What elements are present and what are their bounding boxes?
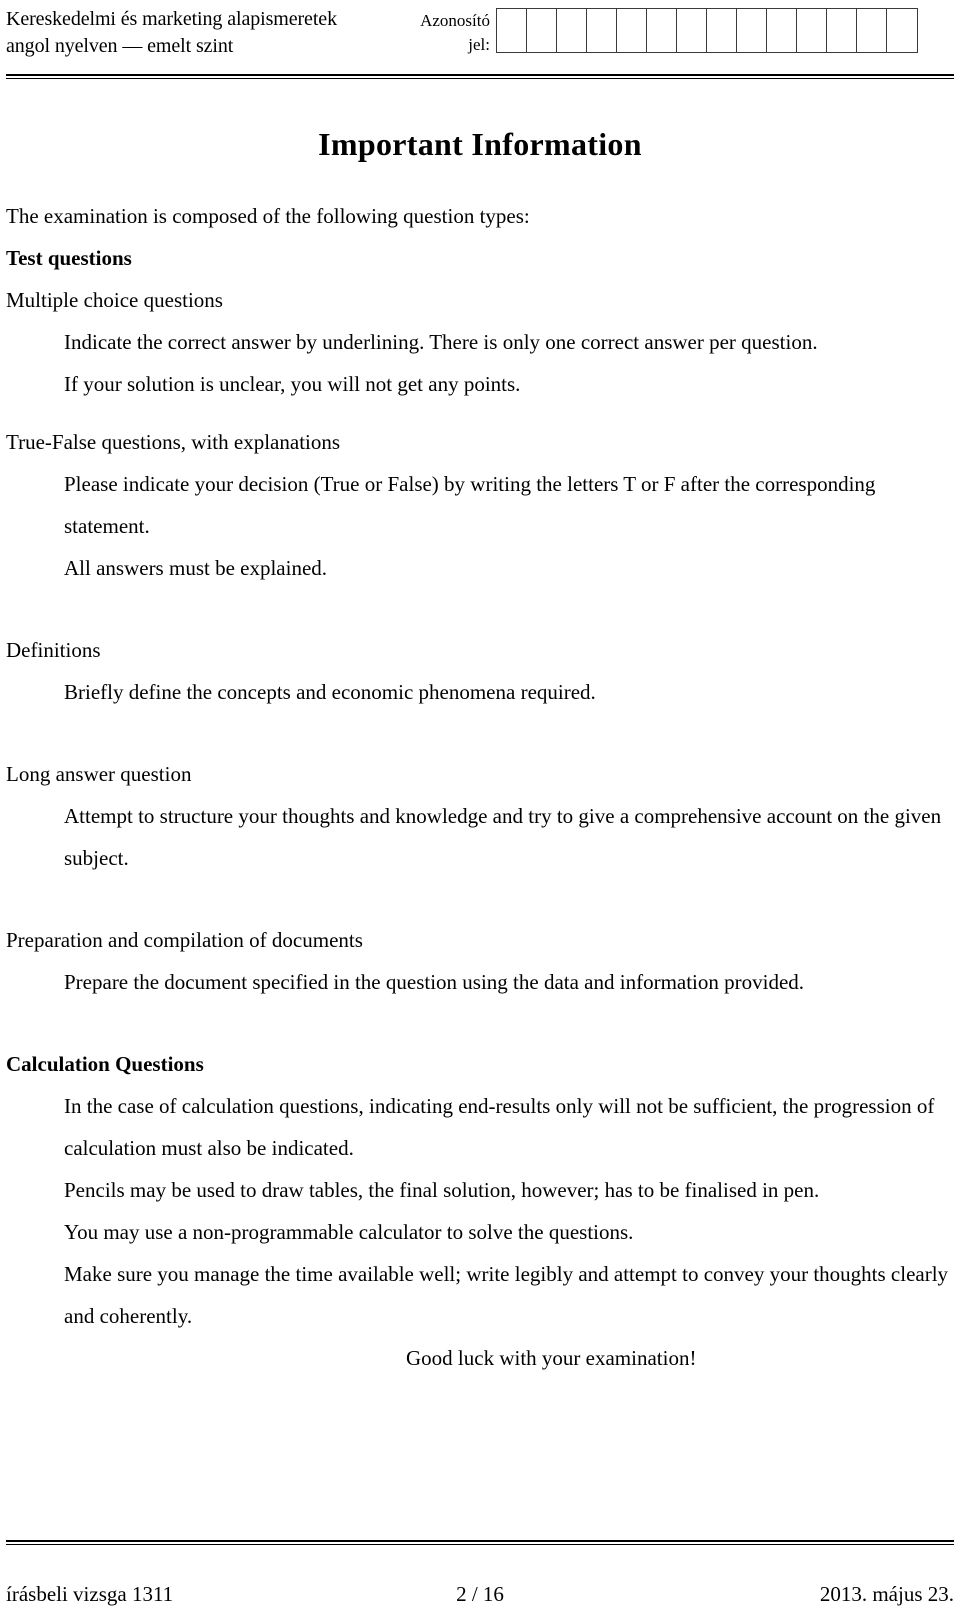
- document-content: Important Information The examination is…: [4, 125, 956, 1379]
- identifier-label: Azonosító jel:: [406, 6, 496, 57]
- footer-page-number: 2 / 16: [456, 1582, 504, 1606]
- section-body-calculation-3: You may use a non-programmable calculato…: [64, 1220, 634, 1244]
- identifier-cell[interactable]: [557, 9, 587, 52]
- identifier-cell[interactable]: [737, 9, 767, 52]
- identifier-cell[interactable]: [707, 9, 737, 52]
- identifier-cell[interactable]: [587, 9, 617, 52]
- section-body-multiple-choice-1: Indicate the correct answer by underlini…: [64, 330, 818, 354]
- identifier-cell[interactable]: [797, 9, 827, 52]
- section-body-multiple-choice-2: If your solution is unclear, you will no…: [64, 372, 521, 396]
- identifier-cell[interactable]: [647, 9, 677, 52]
- exam-subject-line-2: angol nyelven — emelt szint: [6, 35, 234, 57]
- section-subheading-multiple-choice: Multiple choice questions: [6, 288, 223, 312]
- identifier-label-line-2: jel:: [468, 35, 490, 54]
- identifier-cell[interactable]: [497, 9, 527, 52]
- section-body-calculation-4: Make sure you manage the time available …: [64, 1262, 949, 1328]
- section-body-calculation-1: In the case of calculation questions, in…: [64, 1094, 935, 1160]
- identifier-cell[interactable]: [857, 9, 887, 52]
- section-heading-calculation-questions: Calculation Questions: [6, 1052, 204, 1076]
- exam-subject-line-1: Kereskedelmi és marketing alapismeretek: [6, 8, 337, 30]
- closing-wish: Good luck with your examination!: [406, 1346, 697, 1370]
- identifier-cell[interactable]: [827, 9, 857, 52]
- section-body-calculation-2: Pencils may be used to draw tables, the …: [64, 1178, 820, 1202]
- exam-header: Kereskedelmi és marketing alapismeretek …: [4, 0, 956, 64]
- section-body-true-false-1: Please indicate your decision (True or F…: [64, 472, 876, 538]
- section-heading-long-answer: Long answer question: [6, 762, 192, 786]
- identifier-cell[interactable]: [527, 9, 557, 52]
- section-heading-test-questions: Test questions: [6, 246, 132, 270]
- exam-subject-title: Kereskedelmi és marketing alapismeretek …: [4, 6, 406, 60]
- section-body-true-false-2: All answers must be explained.: [64, 556, 328, 580]
- section-body-long-answer-1: Attempt to structure your thoughts and k…: [64, 804, 942, 870]
- page-footer: írásbeli vizsga 1311 2 / 16 2013. május …: [4, 1540, 956, 1617]
- identifier-cell[interactable]: [677, 9, 707, 52]
- footer-exam-date: 2013. május 23.: [819, 1582, 954, 1606]
- identifier-cell[interactable]: [767, 9, 797, 52]
- section-heading-preparation: Preparation and compilation of documents: [6, 928, 363, 952]
- identifier-cell[interactable]: [887, 9, 917, 52]
- section-heading-true-false: True-False questions, with explanations: [6, 430, 341, 454]
- footer-row: írásbeli vizsga 1311 2 / 16 2013. május …: [4, 1545, 956, 1617]
- page-title: Important Information: [318, 126, 642, 162]
- lead-paragraph: The examination is composed of the follo…: [6, 204, 530, 228]
- header-divider-rule: [6, 74, 954, 79]
- section-heading-definitions: Definitions: [6, 638, 101, 662]
- section-body-definitions-1: Briefly define the concepts and economic…: [64, 680, 596, 704]
- identifier-grid[interactable]: [496, 8, 918, 53]
- exam-page: Kereskedelmi és marketing alapismeretek …: [0, 0, 960, 1617]
- footer-exam-code: írásbeli vizsga 1311: [6, 1582, 174, 1606]
- identifier-label-line-1: Azonosító: [420, 11, 490, 30]
- identifier-cell[interactable]: [617, 9, 647, 52]
- section-body-preparation-1: Prepare the document specified in the qu…: [64, 970, 805, 994]
